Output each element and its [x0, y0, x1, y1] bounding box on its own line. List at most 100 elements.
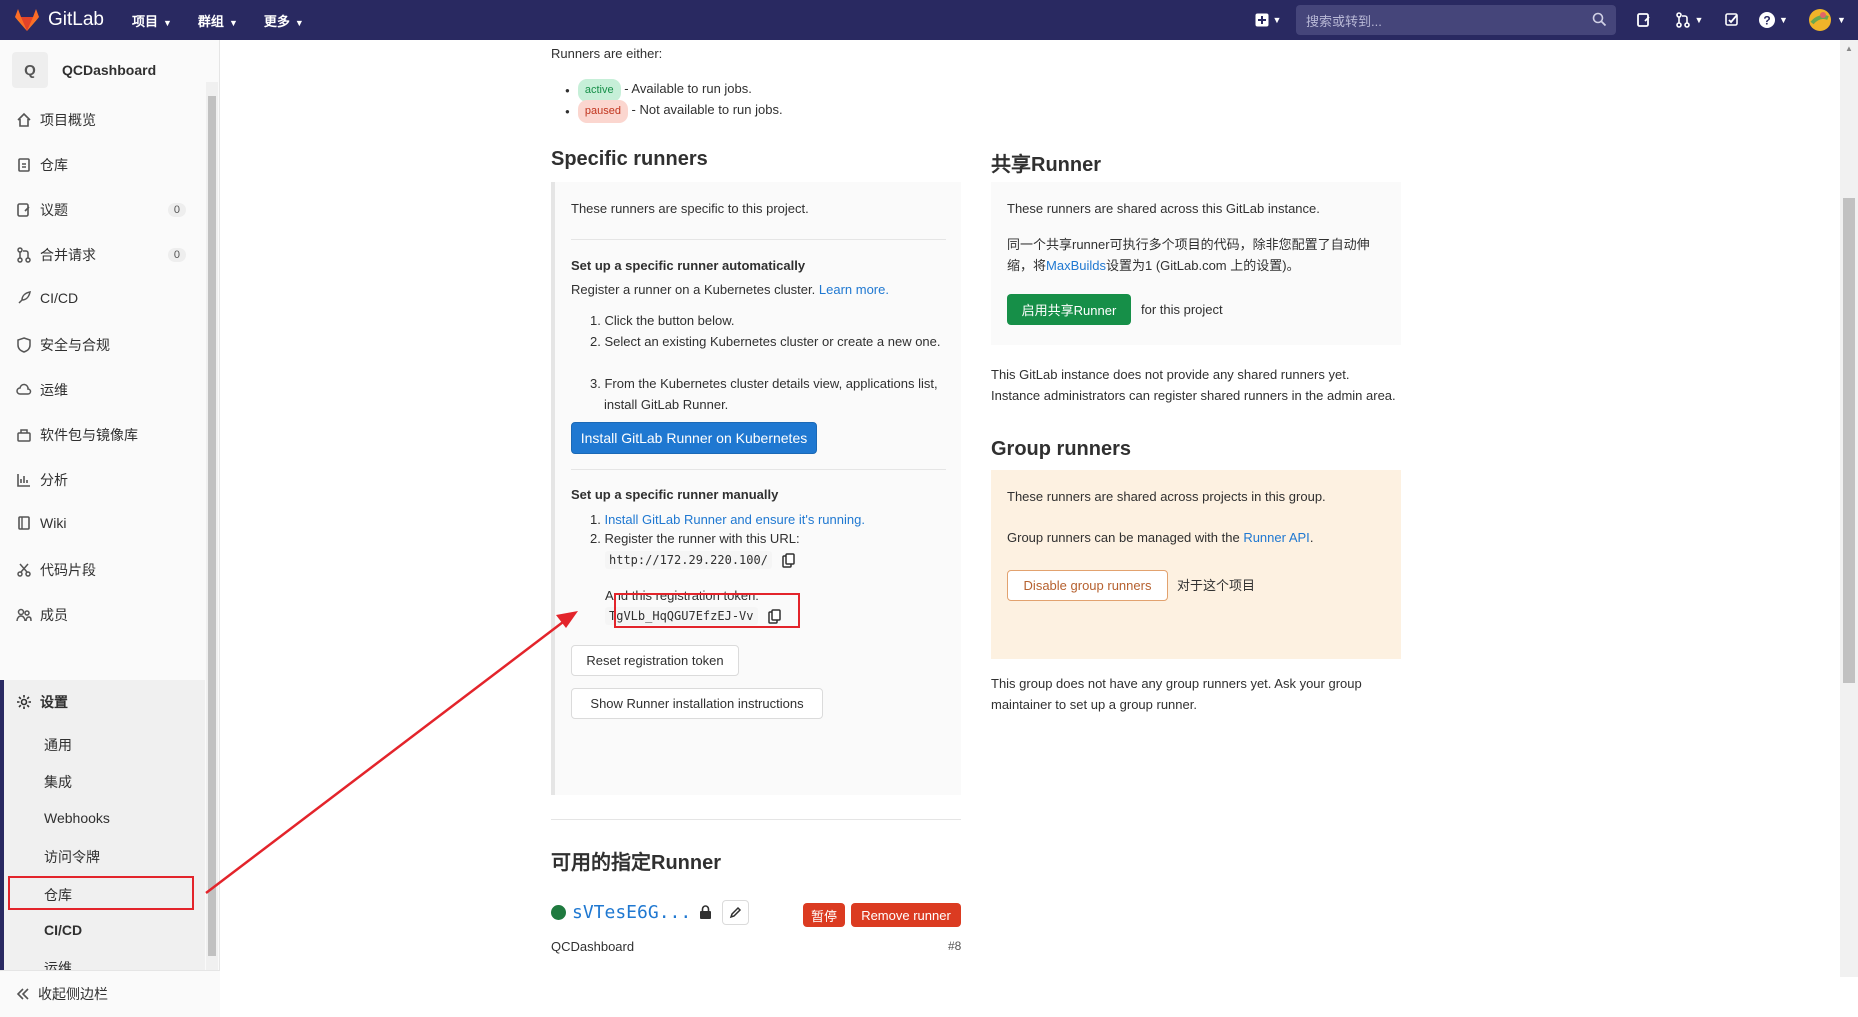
gitlab-home-link[interactable]: GitLab [14, 8, 104, 32]
collapse-sidebar-label: 收起侧边栏 [38, 986, 108, 1002]
sidebar-subitem-access-tokens[interactable]: 访问令牌 [44, 847, 100, 867]
group-runners-managed-text: Group runners can be managed with the Ru… [1007, 527, 1313, 548]
sidebar-item-merge-requests[interactable]: 合并请求 0 [16, 245, 186, 265]
issues-count-badge: 0 [167, 203, 186, 217]
runner-project-name: QCDashboard [551, 939, 635, 954]
merge-requests-nav-button[interactable]: ▼ [1664, 0, 1714, 40]
menu-groups[interactable]: 群组 ▼ [198, 11, 238, 30]
sidebar-item-security[interactable]: 安全与合规 [16, 335, 186, 355]
chart-icon [17, 474, 30, 487]
sidebar-item-label: 软件包与镜像库 [40, 427, 138, 443]
issues-nav-button[interactable] [1624, 0, 1664, 40]
sidebar-item-label: 仓库 [40, 157, 68, 173]
no-shared-runners-text: This GitLab instance does not provide an… [991, 367, 1396, 403]
sidebar-item-analytics[interactable]: 分析 [16, 470, 186, 490]
sidebar-item-overview[interactable]: 项目概览 [16, 110, 186, 130]
sidebar-subitem-general[interactable]: 通用 [44, 735, 72, 755]
project-sidebar: Q QCDashboard 项目概览 仓库 议题 0 合并请求 0 CI/CD … [0, 40, 220, 1017]
merge-icon [17, 247, 31, 263]
sidebar-item-operations[interactable]: 运维 [16, 380, 186, 400]
install-runner-kubernetes-button[interactable]: Install GitLab Runner on Kubernetes [571, 422, 817, 454]
auto-setup-desc-text: Register a runner on a Kubernetes cluste… [571, 282, 816, 297]
sidebar-item-label: 议题 [40, 202, 68, 218]
chevron-down-icon: ▼ [163, 17, 172, 28]
sidebar-item-packages[interactable]: 软件包与镜像库 [16, 425, 186, 445]
menu-projects-label: 项目 [131, 13, 158, 29]
new-dropdown[interactable]: ▼ [1248, 0, 1288, 40]
edit-runner-button[interactable] [722, 900, 750, 925]
paused-description: - Not available to run jobs. [627, 102, 783, 117]
runner-url-code: http://172.29.220.100/ [605, 551, 772, 569]
sidebar-item-cicd[interactable]: CI/CD [16, 290, 186, 306]
todo-icon [1725, 13, 1738, 26]
shared-for-project-text: for this project [1141, 302, 1223, 317]
sidebar-scrollbar[interactable] [206, 82, 218, 972]
maxbuilds-link[interactable]: MaxBuilds [1046, 258, 1106, 273]
install-runner-link[interactable]: Install GitLab Runner and ensure it's ru… [604, 512, 864, 527]
settings-section: 设置 通用 集成 Webhooks 访问令牌 仓库 CI/CD 运维 [0, 680, 205, 972]
auto-step-3: 3. From the Kubernetes cluster details v… [590, 376, 938, 412]
bullet-icon: ● [565, 86, 570, 95]
sidebar-item-snippets[interactable]: 代码片段 [16, 560, 186, 580]
sidebar-subitem-webhooks[interactable]: Webhooks [44, 810, 110, 826]
divider [571, 239, 946, 240]
chevron-down-icon: ▼ [1837, 15, 1846, 25]
todos-nav-button[interactable] [1714, 0, 1750, 40]
remove-runner-button[interactable]: Remove runner [851, 903, 961, 927]
runner-item: sVTesE6G... [551, 900, 750, 925]
auto-step-2: 2. Select an existing Kubernetes cluster… [590, 334, 941, 349]
runner-name-link[interactable]: sVTesE6G... [572, 902, 691, 923]
page-scrollbar[interactable]: ▲ [1840, 40, 1858, 977]
sidebar-item-repository[interactable]: 仓库 [16, 155, 186, 175]
sidebar-subitem-integrations[interactable]: 集成 [44, 772, 72, 792]
runner-url-row: http://172.29.220.100/ [605, 551, 795, 569]
sidebar-item-settings[interactable]: 设置 [16, 692, 186, 712]
help-dropdown[interactable]: ? ▼ [1750, 0, 1796, 40]
search-placeholder: 搜索或转到... [1306, 13, 1382, 29]
group-for-project-text: 对于这个项目 [1177, 578, 1256, 593]
menu-more-label: 更多 [263, 13, 290, 29]
sidebar-item-members[interactable]: 成员 [16, 605, 186, 625]
annotation-box-sidebar-cicd [8, 876, 194, 910]
auto-step-2-text: Select an existing Kubernetes cluster or… [604, 334, 941, 349]
sidebar-item-label: 代码片段 [40, 562, 96, 578]
menu-projects[interactable]: 项目 ▼ [132, 11, 172, 30]
disable-group-runners-button[interactable]: Disable group runners [1007, 570, 1168, 601]
group-runners-panel: These runners are shared across projects… [991, 470, 1401, 659]
pause-runner-button[interactable]: 暂停 [803, 903, 845, 927]
learn-more-link[interactable]: Learn more. [819, 282, 889, 297]
sidebar-item-issues[interactable]: 议题 0 [16, 200, 186, 220]
help-icon: ? [1759, 12, 1776, 28]
shield-icon [17, 337, 31, 353]
manual-step-1: 1. Install GitLab Runner and ensure it's… [590, 512, 865, 527]
runner-api-link[interactable]: Runner API [1243, 530, 1310, 545]
chevron-down-icon: ▼ [1779, 15, 1788, 25]
sidebar-project-link[interactable]: Q QCDashboard [12, 52, 156, 88]
sidebar-item-label: 设置 [40, 694, 68, 710]
copy-url-button[interactable] [782, 552, 795, 568]
issues-icon [1637, 13, 1650, 27]
reset-registration-token-button[interactable]: Reset registration token [571, 645, 739, 676]
package-icon [17, 429, 31, 442]
scroll-up-arrow[interactable]: ▲ [1845, 44, 1853, 53]
main-content: Runners are either: ● active - Available … [220, 40, 1840, 977]
search-input[interactable]: 搜索或转到... [1296, 5, 1616, 35]
enable-shared-runners-button[interactable]: 启用共享Runner [1007, 294, 1131, 325]
sidebar-subitem-cicd[interactable]: CI/CD [44, 922, 82, 938]
project-name: QCDashboard [62, 62, 157, 78]
show-runner-instructions-button[interactable]: Show Runner installation instructions [571, 688, 823, 719]
sidebar-item-wiki[interactable]: Wiki [16, 515, 186, 531]
shared-runners-desc: These runners are shared across this Git… [1007, 201, 1320, 216]
sidebar-item-label: 项目概览 [40, 112, 96, 128]
paused-badge: paused [577, 100, 628, 123]
chevron-down-icon: ▼ [294, 17, 304, 28]
page-scrollbar-thumb[interactable] [1843, 198, 1855, 683]
user-menu[interactable]: ▼ [1796, 0, 1858, 40]
menu-more[interactable]: 更多 ▼ [264, 11, 304, 30]
group-runners-desc: These runners are shared across projects… [1007, 489, 1326, 504]
collapse-sidebar-button[interactable]: 收起侧边栏 [0, 970, 220, 1017]
specific-runners-desc: These runners are specific to this proje… [571, 201, 809, 216]
gear-icon [17, 695, 31, 709]
no-group-runners-text: This group does not have any group runne… [991, 676, 1362, 712]
sidebar-scrollbar-thumb[interactable] [208, 96, 216, 956]
